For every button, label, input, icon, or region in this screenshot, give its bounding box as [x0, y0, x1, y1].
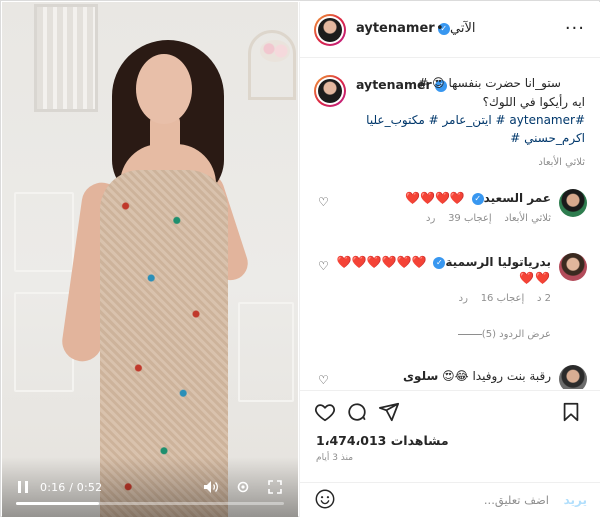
comment-likes[interactable]: إعجاب 16: [481, 293, 525, 304]
views-count[interactable]: 1،474،013 مشاهدات: [316, 433, 449, 448]
add-comment-bar: يريد: [300, 482, 600, 517]
comment-body: ❤️❤️❤️❤️: [405, 191, 465, 205]
view-replies-label: عرض الردود (5): [481, 329, 551, 340]
post-modal: 0:16 / 0:52 aytenamer ✓ • الآتي ··· ayte…: [0, 0, 600, 517]
share-icon[interactable]: [378, 401, 400, 423]
comment-avatar[interactable]: [559, 253, 587, 281]
post-header: aytenamer ✓ • الآتي ···: [300, 2, 600, 58]
comment-meta: ثلاثي الأبعاد إعجاب 39 رد: [426, 213, 551, 224]
comment-text: بدرياتوليا الرسمية✓ ❤️❤️❤️❤️❤️❤️: [337, 255, 551, 269]
comment-body-cont: ❤️❤️: [519, 271, 551, 285]
comment-avatar[interactable]: [559, 365, 587, 389]
video-time: 0:16 / 0:52: [40, 480, 103, 494]
view-replies-button[interactable]: عرض الردود (5): [450, 329, 551, 340]
comment-like-icon[interactable]: ♡: [318, 259, 329, 273]
video-controls: 0:16 / 0:52: [2, 457, 298, 517]
wall-panel: [238, 302, 294, 402]
comment-like-icon[interactable]: ♡: [318, 195, 329, 209]
follow-status[interactable]: الآتي: [450, 21, 475, 36]
caption-hashtags[interactable]: اكرم_حسني #: [510, 131, 585, 145]
video-progress-fill: [16, 502, 100, 505]
caption-hashtags[interactable]: #aytenamer # ايتن_عامر # مكتوب_عليا: [366, 113, 585, 127]
comment-text: رقبة بنت روفيدا 😂😍 سلوى: [403, 369, 551, 383]
background-flowers: [260, 40, 290, 62]
caption-avatar[interactable]: [314, 75, 346, 107]
comment-like-icon[interactable]: ♡: [318, 373, 329, 387]
background-window: [34, 4, 98, 112]
comment-likes[interactable]: إعجاب 39: [448, 213, 492, 224]
volume-icon[interactable]: [202, 480, 220, 494]
fullscreen-icon[interactable]: [266, 480, 284, 494]
settings-icon[interactable]: [234, 480, 252, 494]
view-replies-line: [457, 334, 482, 335]
separator-dot: •: [436, 21, 444, 36]
comment-meta: 2 د إعجاب 16 رد: [459, 293, 551, 304]
more-icon[interactable]: ···: [565, 18, 585, 39]
author-avatar[interactable]: [314, 14, 346, 46]
verified-icon: ✓: [433, 256, 446, 269]
comment-username[interactable]: عمر السعيد: [484, 191, 551, 205]
pause-icon[interactable]: [16, 480, 30, 494]
post-actions: 1،474،013 مشاهدات منذ 3 أيام: [300, 390, 600, 490]
comment-username[interactable]: بدرياتوليا الرسمية: [445, 255, 551, 269]
comment-body: ❤️❤️❤️❤️❤️❤️: [336, 255, 427, 269]
video-progress-bar[interactable]: [16, 502, 284, 505]
comment-icon[interactable]: [346, 401, 368, 423]
comment-time: ثلاثي الأبعاد: [504, 213, 551, 224]
save-icon[interactable]: [560, 401, 582, 423]
comment-text: عمر السعيد✓ ❤️❤️❤️❤️: [405, 191, 551, 205]
comment-avatar[interactable]: [559, 189, 587, 217]
comment-time: 2 د: [536, 293, 551, 304]
post-comment-button[interactable]: يريد: [564, 493, 587, 507]
video-figure-face: [136, 54, 192, 124]
wall-panel: [14, 192, 74, 272]
verified-icon: ✓: [471, 192, 484, 205]
caption-timestamp: ثلاثي الأبعاد: [538, 157, 585, 168]
comment-username[interactable]: سلوى: [403, 369, 438, 383]
emoji-icon[interactable]: [314, 488, 336, 510]
comments-list[interactable]: aytenamer ✓ ستو_انا حضرت بنفسها 😍 # ايه ر…: [300, 59, 600, 389]
reply-button[interactable]: رد: [459, 293, 468, 304]
caption-line: ايه رأيكوا في اللوك؟: [482, 95, 585, 109]
post-timestamp: منذ 3 أيام: [316, 453, 354, 463]
post-sidebar: aytenamer ✓ • الآتي ··· aytenamer ✓ ستو_ان…: [299, 2, 600, 517]
heart-icon[interactable]: [314, 401, 336, 423]
comment-input[interactable]: [344, 488, 549, 512]
reply-button[interactable]: رد: [426, 213, 435, 224]
caption-line: ستو_انا حضرت بنفسها 😍 #: [418, 76, 561, 90]
comment-body: رقبة بنت روفيدا 😂😍: [442, 369, 551, 383]
video-player[interactable]: 0:16 / 0:52: [2, 2, 298, 517]
